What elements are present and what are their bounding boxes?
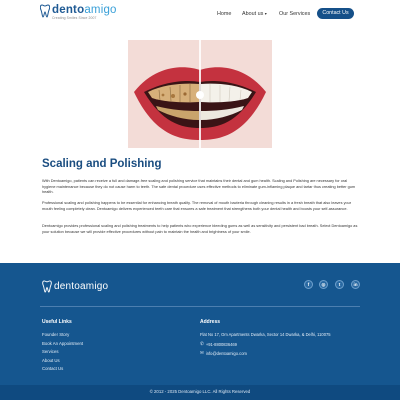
instagram-icon[interactable]: ◎ xyxy=(319,280,328,289)
brand-tagline: Creating Smiles Since 2007 xyxy=(52,16,97,20)
nav-our-services[interactable]: Our Services xyxy=(279,11,310,17)
linkedin-icon[interactable]: in xyxy=(351,280,360,289)
twitter-icon[interactable]: t xyxy=(335,280,344,289)
paragraph-treatment: Dentoamigo provides professional scaling… xyxy=(42,224,358,234)
page-title: Scaling and Polishing xyxy=(42,158,162,170)
paragraph-intro: With Dentoamigo, patients can receive a … xyxy=(42,179,356,195)
brand-name: dentoamigo xyxy=(52,4,117,16)
copyright-text: © 2012 - 2025 Dentoamigo LLC. All Rights… xyxy=(149,389,251,394)
paragraph-breath: Professional scaling and polishing happe… xyxy=(42,201,352,211)
footer-tooth-icon xyxy=(42,280,52,293)
phone-icon: ✆ xyxy=(200,341,204,346)
site-header: dentoamigo Creating Smiles Since 2007 Ho… xyxy=(0,0,400,28)
useful-links-heading: Useful Links xyxy=(42,319,72,325)
footer-brand-name: dentoamigo xyxy=(54,281,109,292)
footer-logo[interactable]: dentoamigo xyxy=(42,280,108,293)
nav-about-us[interactable]: About us ▾ xyxy=(242,11,267,17)
brand-logo[interactable]: dentoamigo Creating Smiles Since 2007 xyxy=(40,4,117,20)
footer-link-founder-story[interactable]: Founder Story xyxy=(42,332,69,337)
caret-down-icon: ▾ xyxy=(264,11,267,16)
contact-us-button[interactable]: Contact Us xyxy=(317,8,354,19)
footer-link-contact-us[interactable]: Contact Us xyxy=(42,366,63,371)
before-after-teeth-image xyxy=(128,40,272,148)
tooth-logo-icon xyxy=(40,4,50,18)
address-heading: Address xyxy=(200,319,221,325)
comparison-handle[interactable] xyxy=(196,91,204,99)
nav-home[interactable]: Home xyxy=(217,11,231,17)
email-contact[interactable]: ✉ info@dentoamigo.com xyxy=(200,350,247,356)
footer-link-book-appointment[interactable]: Book An Appointment xyxy=(42,341,83,346)
email-address[interactable]: info@dentoamigo.com xyxy=(206,351,247,356)
footer-divider xyxy=(40,306,360,307)
footer-link-services[interactable]: Services xyxy=(42,349,58,354)
mail-icon: ✉ xyxy=(200,350,204,355)
facebook-icon[interactable]: f xyxy=(304,280,313,289)
footer-link-about-us[interactable]: About Us xyxy=(42,358,60,363)
phone-contact[interactable]: ✆ +91-8800836469 xyxy=(200,341,237,347)
address-text: Flat No 17, Om Apartments Dwarka, Sector… xyxy=(200,332,331,337)
phone-number[interactable]: +91-8800836469 xyxy=(206,342,237,347)
